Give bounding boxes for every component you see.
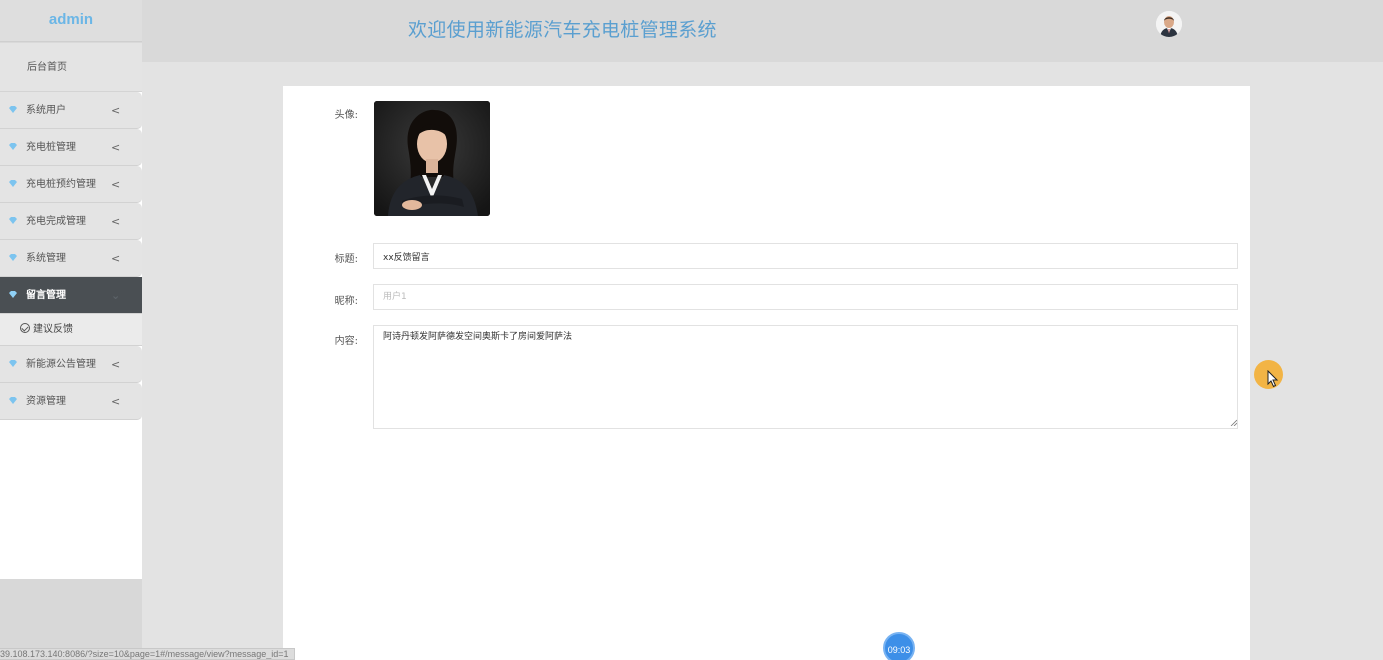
chevron-left-icon: < bbox=[111, 215, 121, 228]
top-header: 欢迎使用新能源汽车充电桩管理系统 bbox=[142, 0, 1383, 62]
diamond-icon bbox=[9, 291, 17, 298]
timer-badge: 09:03 bbox=[883, 632, 915, 660]
sidebar-item-label: 系统管理 bbox=[26, 253, 66, 264]
avatar-label: 头像: bbox=[334, 110, 358, 121]
sidebar-item-charging-complete[interactable]: 充电完成管理 < bbox=[0, 203, 142, 240]
sidebar-item-reservation[interactable]: 充电桩预约管理 < bbox=[0, 166, 142, 203]
nickname-label: 昵称: bbox=[334, 296, 358, 307]
sidebar-item-message-management[interactable]: 留言管理 ⌄ bbox=[0, 277, 142, 314]
diamond-icon bbox=[9, 106, 17, 113]
sidebar-item-label: 系统用户 bbox=[26, 105, 66, 116]
portrait-photo bbox=[374, 101, 490, 216]
sidebar-item-label: 充电完成管理 bbox=[26, 216, 86, 227]
sidebar-item-label: 留言管理 bbox=[26, 290, 66, 301]
diamond-icon bbox=[9, 180, 17, 187]
sidebar-item-announcements[interactable]: 新能源公告管理 < bbox=[0, 346, 142, 383]
content-textarea[interactable]: 阿诗丹顿发阿萨德发空间奥斯卡了房间爱阿萨法 bbox=[373, 325, 1238, 429]
sidebar-item-home[interactable]: 后台首页 bbox=[0, 43, 142, 92]
diamond-icon bbox=[9, 360, 17, 367]
avatar-image bbox=[374, 101, 490, 216]
diamond-icon bbox=[9, 254, 17, 261]
brand-name: admin bbox=[0, 0, 142, 42]
title-label: 标题: bbox=[334, 254, 358, 265]
sidebar-item-resources[interactable]: 资源管理 < bbox=[0, 383, 142, 420]
sidebar-menu: 后台首页 系统用户 < 充电桩管理 < 充电桩预约管理 < 充电完成管理 < 系… bbox=[0, 43, 142, 579]
page-title: 欢迎使用新能源汽车充电桩管理系统 bbox=[408, 19, 717, 41]
title-input[interactable] bbox=[373, 243, 1238, 269]
diamond-icon bbox=[9, 143, 17, 150]
status-bar-url: 39.108.173.140:8086/?size=10&page=1#/mes… bbox=[0, 648, 296, 660]
resize-handle-icon[interactable] bbox=[1230, 419, 1237, 426]
sidebar-item-label: 充电桩预约管理 bbox=[26, 179, 96, 190]
chevron-left-icon: < bbox=[111, 104, 121, 117]
sidebar-item-charging-pile[interactable]: 充电桩管理 < bbox=[0, 129, 142, 166]
sidebar-item-system-management[interactable]: 系统管理 < bbox=[0, 240, 142, 277]
user-avatar[interactable] bbox=[1156, 11, 1182, 37]
sidebar-item-label: 新能源公告管理 bbox=[26, 359, 96, 370]
chevron-left-icon: < bbox=[111, 358, 121, 371]
diamond-icon bbox=[9, 397, 17, 404]
chevron-left-icon: < bbox=[111, 395, 121, 408]
chevron-left-icon: < bbox=[111, 141, 121, 154]
diamond-icon bbox=[9, 217, 17, 224]
chevron-left-icon: < bbox=[111, 252, 121, 265]
check-circle-icon bbox=[20, 323, 30, 333]
content-label: 内容: bbox=[334, 336, 358, 347]
user-avatar-icon bbox=[1156, 11, 1182, 37]
message-detail-form: 头像: 标题: 昵称: 内容: 阿诗丹顿发阿萨德发空间奥斯卡了房间爱阿萨法 bbox=[283, 86, 1250, 660]
chevron-down-icon: ⌄ bbox=[111, 289, 121, 302]
sidebar-item-label: 充电桩管理 bbox=[26, 142, 76, 153]
nickname-input[interactable] bbox=[373, 284, 1238, 310]
sidebar-subitem-label: 建议反馈 bbox=[33, 324, 73, 335]
sidebar: admin 后台首页 系统用户 < 充电桩管理 < 充电桩预约管理 < 充电完成… bbox=[0, 0, 142, 660]
sidebar-subitem-feedback[interactable]: 建议反馈 bbox=[0, 314, 142, 346]
mouse-cursor-icon bbox=[1267, 370, 1279, 388]
sidebar-item-label: 资源管理 bbox=[26, 396, 66, 407]
sidebar-item-system-users[interactable]: 系统用户 < bbox=[0, 92, 142, 129]
chevron-left-icon: < bbox=[111, 178, 121, 191]
